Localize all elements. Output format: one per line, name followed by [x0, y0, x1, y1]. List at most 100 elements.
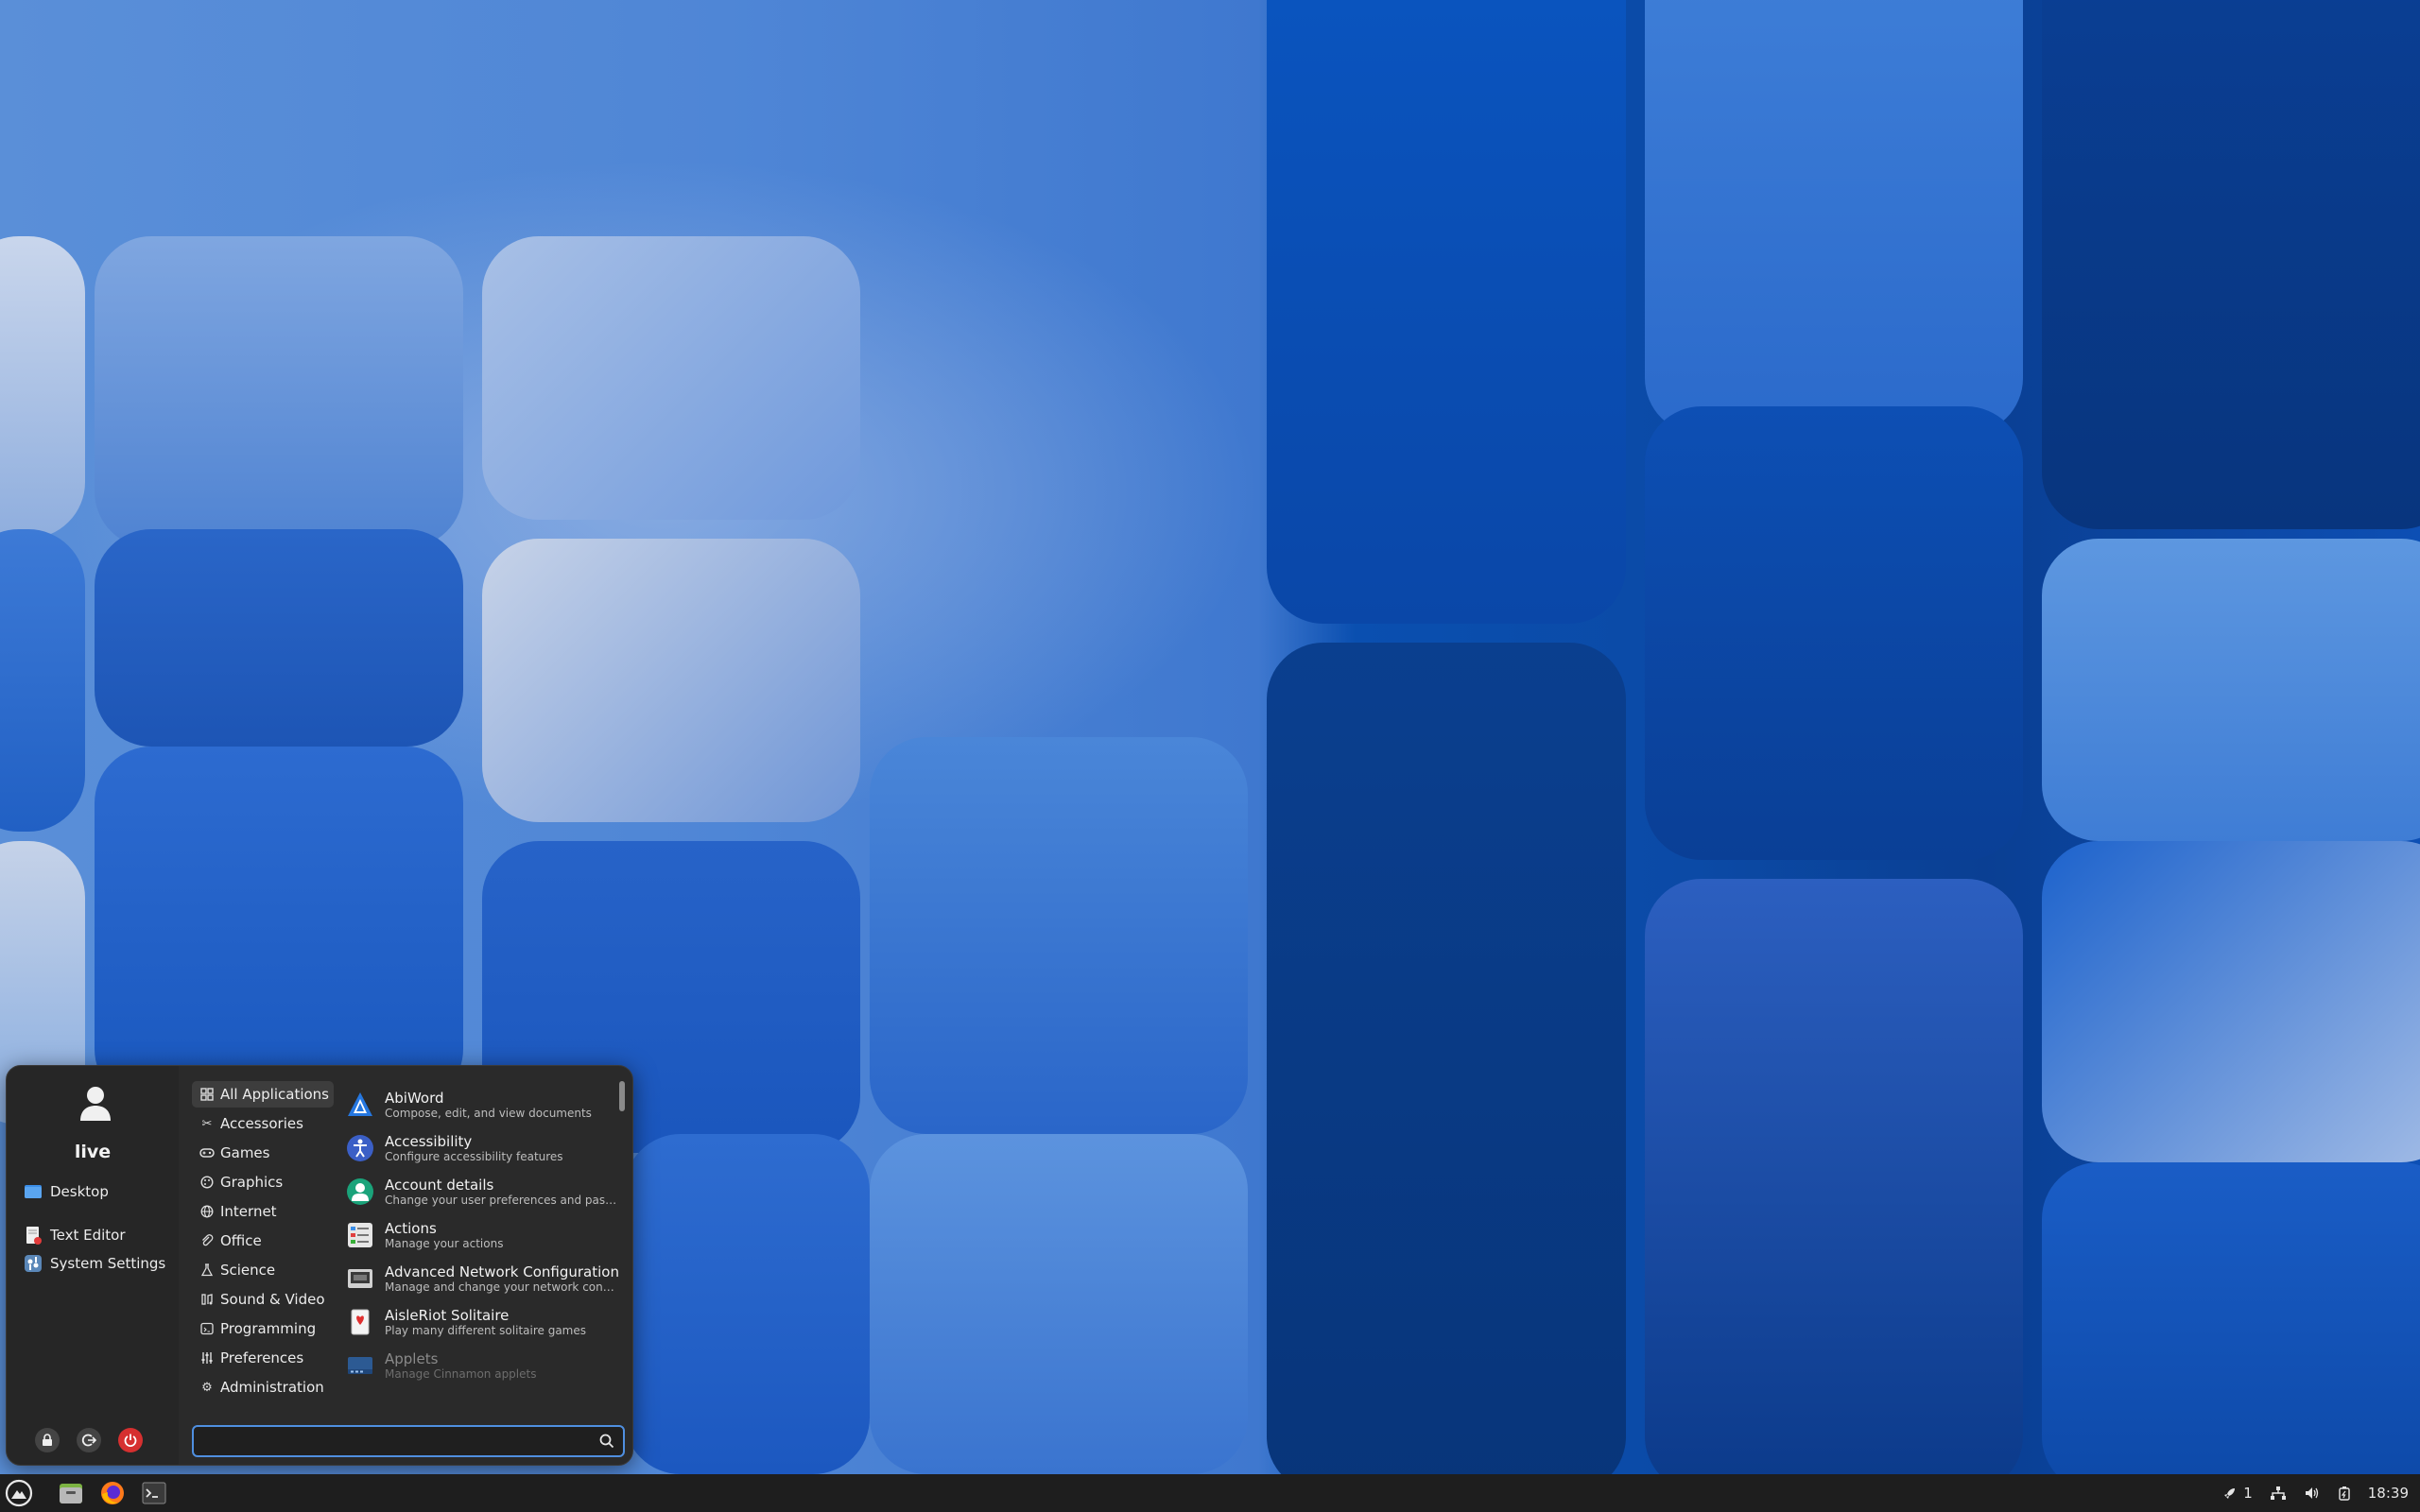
system-tray: 1 18:39 — [2205, 1474, 2409, 1512]
app-name: Actions — [385, 1220, 437, 1237]
lock-icon — [43, 1434, 52, 1446]
network-wired-icon — [2270, 1486, 2286, 1500]
category-label: Games — [220, 1144, 270, 1161]
actions-icon — [345, 1220, 375, 1250]
app-account-details[interactable]: Account details Change your user prefere… — [345, 1170, 619, 1213]
accessibility-icon — [345, 1133, 375, 1163]
app-applets[interactable]: Applets Manage Cinnamon applets — [345, 1344, 619, 1387]
network-icon — [345, 1263, 375, 1294]
menu-button[interactable] — [4, 1478, 34, 1508]
user-name: live — [74, 1142, 112, 1162]
launcher-files[interactable] — [55, 1478, 87, 1508]
search-input[interactable] — [201, 1431, 583, 1453]
category-administration[interactable]: ⚙ Administration — [192, 1374, 334, 1400]
workspace-count: 1 — [2243, 1485, 2253, 1502]
code-icon — [199, 1321, 215, 1336]
app-description: Compose, edit, and view documents — [385, 1107, 592, 1120]
palette-icon — [199, 1175, 215, 1190]
category-sound-video[interactable]: Sound & Video — [192, 1286, 334, 1313]
category-office[interactable]: Office — [192, 1228, 334, 1254]
cards-icon — [345, 1307, 375, 1337]
category-label: Administration — [220, 1379, 324, 1396]
category-games[interactable]: Games — [192, 1140, 334, 1166]
terminal-icon — [142, 1482, 166, 1504]
category-label: Internet — [220, 1203, 277, 1220]
search-icon — [599, 1434, 614, 1449]
app-name: Advanced Network Configuration — [385, 1263, 619, 1280]
sound-applet[interactable] — [2304, 1486, 2321, 1501]
clock[interactable]: 18:39 — [2368, 1485, 2409, 1502]
lock-screen-button[interactable] — [35, 1428, 60, 1452]
gamepad-icon — [199, 1145, 215, 1160]
favorite-text-editor[interactable]: Text Editor — [24, 1223, 126, 1247]
app-name: Account details — [385, 1177, 494, 1194]
volume-icon — [2305, 1487, 2318, 1499]
app-actions[interactable]: Actions Manage your actions — [345, 1213, 619, 1257]
text-editor-icon — [26, 1227, 42, 1245]
menu-sidebar: live Desktop Text Editor System Settings — [7, 1066, 179, 1465]
app-name: AbiWord — [385, 1090, 444, 1107]
category-preferences[interactable]: Preferences — [192, 1345, 334, 1371]
settings-icon — [25, 1255, 42, 1272]
category-internet[interactable]: Internet — [192, 1198, 334, 1225]
file-manager-icon — [60, 1484, 82, 1503]
search-box[interactable] — [192, 1425, 625, 1457]
category-accessories[interactable]: ✂ Accessories — [192, 1110, 334, 1137]
category-label: Preferences — [220, 1349, 304, 1366]
app-description: Manage and change your network conne... — [385, 1280, 619, 1294]
network-applet[interactable] — [2270, 1486, 2287, 1501]
category-label: Accessories — [220, 1115, 303, 1132]
app-abiword[interactable]: AbiWord Compose, edit, and view document… — [345, 1083, 619, 1126]
category-science[interactable]: Science — [192, 1257, 334, 1283]
gear-icon: ⚙ — [201, 1380, 213, 1395]
category-label: All Applications — [220, 1086, 329, 1103]
app-aisleriot-solitaire[interactable]: AisleRiot Solitaire Play many different … — [345, 1300, 619, 1344]
app-list-scrollbar[interactable] — [619, 1081, 625, 1111]
launcher-terminal[interactable] — [138, 1478, 170, 1508]
music-icon — [199, 1292, 215, 1307]
applets-icon — [345, 1350, 375, 1381]
favorite-system-settings[interactable]: System Settings — [24, 1251, 165, 1276]
favorite-label: System Settings — [50, 1255, 166, 1272]
user-avatar-icon[interactable] — [78, 1085, 112, 1123]
category-label: Science — [220, 1262, 276, 1279]
app-name: Accessibility — [385, 1133, 473, 1150]
app-accessibility[interactable]: Accessibility Configure accessibility fe… — [345, 1126, 619, 1170]
notifications-applet[interactable]: 1 — [2222, 1485, 2253, 1502]
favorite-label: Desktop — [50, 1183, 109, 1200]
category-label: Office — [220, 1232, 262, 1249]
app-description: Manage Cinnamon applets — [385, 1367, 537, 1381]
category-label: Sound & Video — [220, 1291, 325, 1308]
abiword-icon — [345, 1090, 375, 1120]
application-list: AbiWord Compose, edit, and view document… — [345, 1083, 619, 1395]
launcher-firefox[interactable] — [96, 1478, 129, 1508]
account-icon — [345, 1177, 375, 1207]
globe-icon — [199, 1204, 215, 1219]
app-advanced-network-configuration[interactable]: Advanced Network Configuration Manage an… — [345, 1257, 619, 1300]
firefox-icon — [101, 1482, 124, 1504]
start-menu: live Desktop Text Editor System Settings… — [6, 1065, 633, 1466]
logout-button[interactable] — [77, 1428, 101, 1452]
app-name: Applets — [385, 1350, 439, 1367]
bottom-panel: 1 18:39 — [0, 1474, 2420, 1512]
paperclip-icon — [199, 1233, 215, 1248]
favorite-label: Text Editor — [50, 1227, 126, 1244]
shutdown-button[interactable] — [118, 1428, 143, 1452]
category-all-applications[interactable]: All Applications — [192, 1081, 334, 1108]
folder-icon — [25, 1185, 42, 1198]
category-list: All Applications ✂ Accessories Games Gra… — [192, 1081, 334, 1403]
distro-logo-icon — [5, 1479, 33, 1507]
flask-icon — [199, 1263, 215, 1278]
category-programming[interactable]: Programming — [192, 1315, 334, 1342]
app-description: Configure accessibility features — [385, 1150, 563, 1163]
category-label: Graphics — [220, 1174, 284, 1191]
app-name: AisleRiot Solitaire — [385, 1307, 510, 1324]
app-description: Manage your actions — [385, 1237, 504, 1250]
category-graphics[interactable]: Graphics — [192, 1169, 334, 1195]
category-label: Programming — [220, 1320, 317, 1337]
favorite-desktop[interactable]: Desktop — [24, 1179, 109, 1204]
grid-icon — [199, 1087, 215, 1102]
sliders-icon — [199, 1350, 215, 1366]
power-applet[interactable] — [2338, 1486, 2351, 1501]
battery-icon — [2339, 1486, 2350, 1501]
